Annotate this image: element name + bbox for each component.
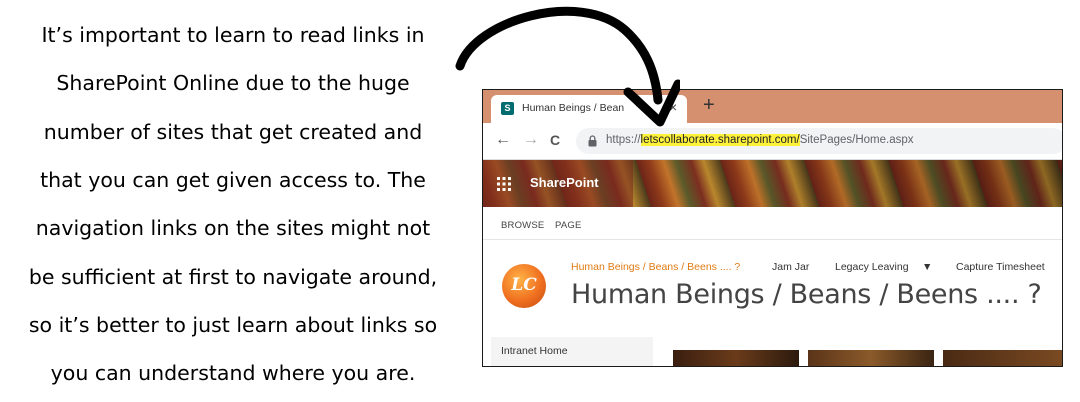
explanation-line: so it’s better to just learn about links… xyxy=(28,313,438,337)
explanation-line: SharePoint Online due to the huge xyxy=(56,71,410,95)
quick-launch-item-intranet-home[interactable]: Intranet Home xyxy=(501,345,568,357)
explanation-line: navigation links on the sites might not xyxy=(35,216,431,240)
chevron-down-icon[interactable]: ▼ xyxy=(922,261,932,273)
new-tab-button[interactable]: + xyxy=(703,94,715,116)
topnav-item-jam-jar[interactable]: Jam Jar xyxy=(772,261,809,273)
curved-arrow-icon xyxy=(455,6,680,127)
topnav-item-legacy-leaving[interactable]: Legacy Leaving xyxy=(835,261,909,273)
explanation-line: It’s important to learn to read links in xyxy=(41,23,425,47)
url-text: https://letscollaborate.sharepoint.com/S… xyxy=(606,134,914,146)
tab-page[interactable]: PAGE xyxy=(555,220,582,231)
url-host-highlight: letscollaborate.sharepoint.com/ xyxy=(640,134,800,146)
browser-screenshot: S Human Beings / Bean × + ← → C https://… xyxy=(482,89,1063,367)
explanation-line: be sufficient at first to navigate aroun… xyxy=(28,265,438,289)
lock-icon xyxy=(588,135,597,147)
explanation-line: you can understand where you are. xyxy=(50,361,416,385)
site-logo-text: LC xyxy=(511,275,537,295)
content-image xyxy=(673,350,799,366)
tab-browse[interactable]: BROWSE xyxy=(501,220,544,231)
address-bar[interactable]: https://letscollaborate.sharepoint.com/S… xyxy=(576,128,1062,154)
sharepoint-title[interactable]: SharePoint xyxy=(530,175,599,190)
reload-icon[interactable]: C xyxy=(550,131,560,149)
forward-arrow-icon[interactable]: → xyxy=(523,131,539,149)
topnav-current-site[interactable]: Human Beings / Beans / Beens .... ? xyxy=(571,261,740,273)
quick-launch: Intranet Home xyxy=(491,337,653,366)
back-arrow-icon[interactable]: ← xyxy=(495,131,511,149)
page-title: Human Beings / Beans / Beens .... ? xyxy=(571,279,1042,310)
topnav-item-capture-timesheet[interactable]: Capture Timesheet xyxy=(956,261,1045,273)
site-logo[interactable]: LC xyxy=(502,264,546,308)
url-prefix: https:// xyxy=(606,134,641,146)
app-launcher-icon[interactable] xyxy=(497,177,511,191)
explanation-line: that you can get given access to. The xyxy=(40,168,426,192)
content-image xyxy=(943,350,1062,366)
content-image xyxy=(808,350,934,366)
url-path: SitePages/Home.aspx xyxy=(799,134,914,146)
suite-bar: SharePoint xyxy=(483,160,1062,207)
ribbon: BROWSE PAGE xyxy=(483,207,1062,240)
explanation-line: number of sites that get created and xyxy=(43,120,423,144)
